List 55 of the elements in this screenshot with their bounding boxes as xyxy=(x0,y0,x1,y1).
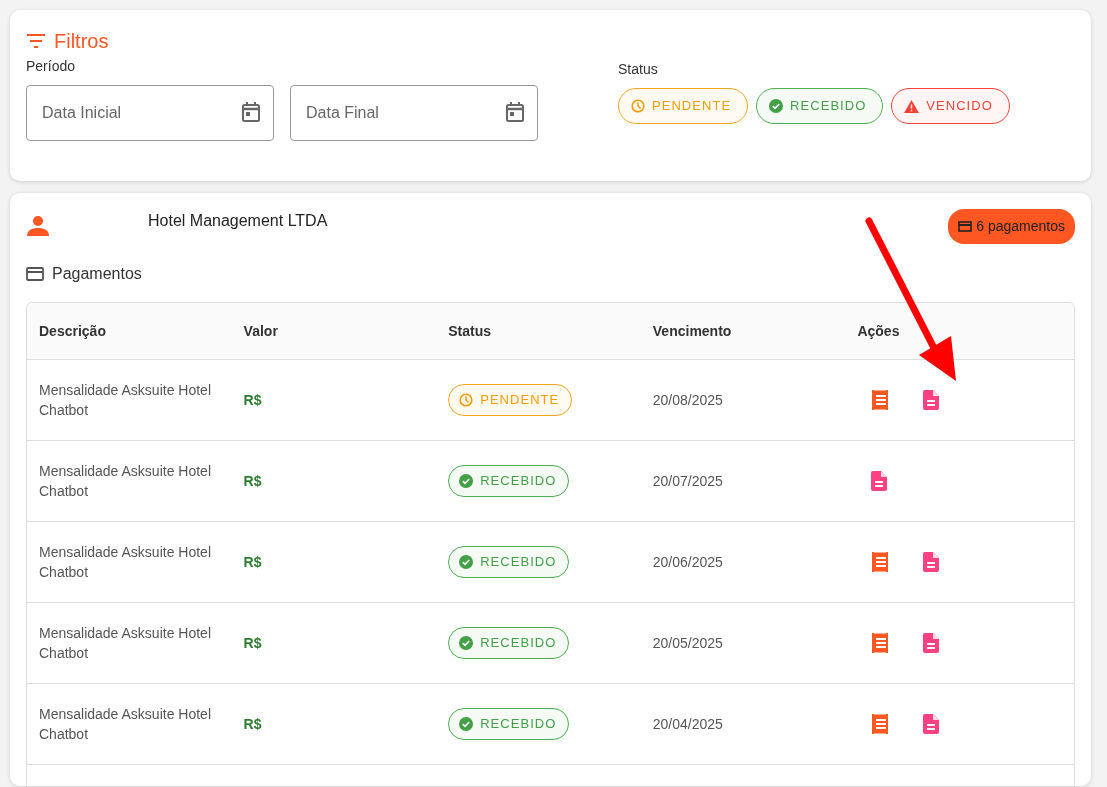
check-circle-icon xyxy=(459,717,474,731)
status-chip: RECEBIDO xyxy=(448,465,570,497)
description-cell-text: Mensalidade Asksuite Hotel Chatbot xyxy=(39,543,212,582)
section-title: Pagamentos xyxy=(52,264,142,284)
calendar-icon[interactable] xyxy=(506,102,524,122)
value-cell-text: R$ xyxy=(243,471,263,491)
date-field[interactable]: Data Final xyxy=(290,85,538,141)
value-cell-text: R$ xyxy=(243,390,263,410)
status-chip: PENDENTE xyxy=(448,384,573,416)
due-date-cell-text: 20/08/2025 xyxy=(652,390,724,410)
column-header: Valor xyxy=(243,321,279,341)
period-label: Período xyxy=(26,57,77,76)
check-circle-icon xyxy=(459,636,474,650)
document-icon[interactable] xyxy=(923,390,940,410)
status-filter-chip[interactable]: VENCIDO xyxy=(891,88,1010,124)
due-date-cell-text: 20/05/2025 xyxy=(652,633,724,653)
due-date-cell-text: 20/04/2025 xyxy=(652,714,724,734)
person-icon xyxy=(26,213,50,237)
clock-icon xyxy=(459,393,474,407)
document-icon[interactable] xyxy=(923,552,940,572)
description-cell-text: Mensalidade Asksuite Hotel Chatbot xyxy=(39,705,212,744)
status-chip: RECEBIDO xyxy=(448,708,570,740)
description-cell-text: Mensalidade Asksuite Hotel Chatbot xyxy=(39,462,212,501)
warning-icon xyxy=(904,99,920,113)
date-field[interactable]: Data Inicial xyxy=(26,85,274,141)
document-icon[interactable] xyxy=(923,714,940,734)
value-cell-text: R$ xyxy=(243,552,263,572)
check-circle-icon xyxy=(769,99,784,113)
document-icon[interactable] xyxy=(871,471,888,491)
status-label: Status xyxy=(618,60,659,79)
column-header: Ações xyxy=(857,321,901,341)
client-name: Hotel Management LTDA xyxy=(148,211,328,231)
status-filter-chip[interactable]: PENDENTE xyxy=(618,88,749,124)
clock-icon xyxy=(631,99,645,113)
due-date-cell-text: 20/06/2025 xyxy=(652,552,724,572)
status-chip: RECEBIDO xyxy=(448,546,570,578)
value-cell-text: R$ xyxy=(243,714,263,734)
filters-title: Filtros xyxy=(54,29,109,54)
card-icon xyxy=(958,221,973,232)
status-filter-chip[interactable]: RECEBIDO xyxy=(756,88,884,124)
column-header: Status xyxy=(448,321,492,341)
check-circle-icon xyxy=(459,474,474,488)
description-cell-text: Mensalidade Asksuite Hotel Chatbot xyxy=(39,381,212,420)
value-cell-text: R$ xyxy=(243,633,263,653)
card-icon xyxy=(26,267,44,281)
payments-count-badge: 6 pagamentos xyxy=(948,209,1075,244)
due-date-cell-text: 20/07/2025 xyxy=(652,471,724,491)
status-chip: RECEBIDO xyxy=(448,627,570,659)
filter-icon xyxy=(26,34,46,48)
column-header: Descrição xyxy=(39,321,107,341)
calendar-icon[interactable] xyxy=(242,102,260,122)
check-circle-icon xyxy=(459,555,474,569)
document-icon[interactable] xyxy=(923,633,940,653)
description-cell-text: Mensalidade Asksuite Hotel Chatbot xyxy=(39,624,212,663)
column-header: Vencimento xyxy=(652,321,733,341)
